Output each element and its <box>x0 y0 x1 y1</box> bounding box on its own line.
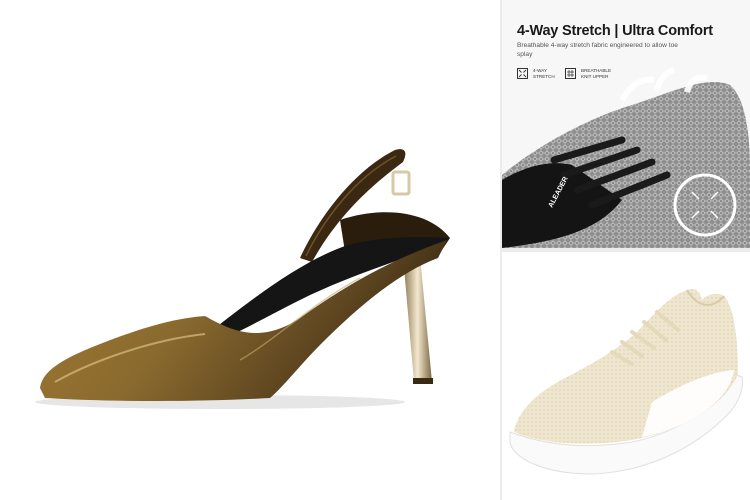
feature-panel-stretch: 4-Way Stretch | Ultra Comfort Breathable… <box>502 0 750 248</box>
product-image-cream-sneaker <box>502 252 750 500</box>
knit-sneaker-closeup: ALEADER <box>502 67 750 248</box>
cream-sneaker-illustration <box>509 289 743 475</box>
slingback-heel-illustration <box>35 149 450 409</box>
product-image-slingback-heel <box>0 0 500 500</box>
